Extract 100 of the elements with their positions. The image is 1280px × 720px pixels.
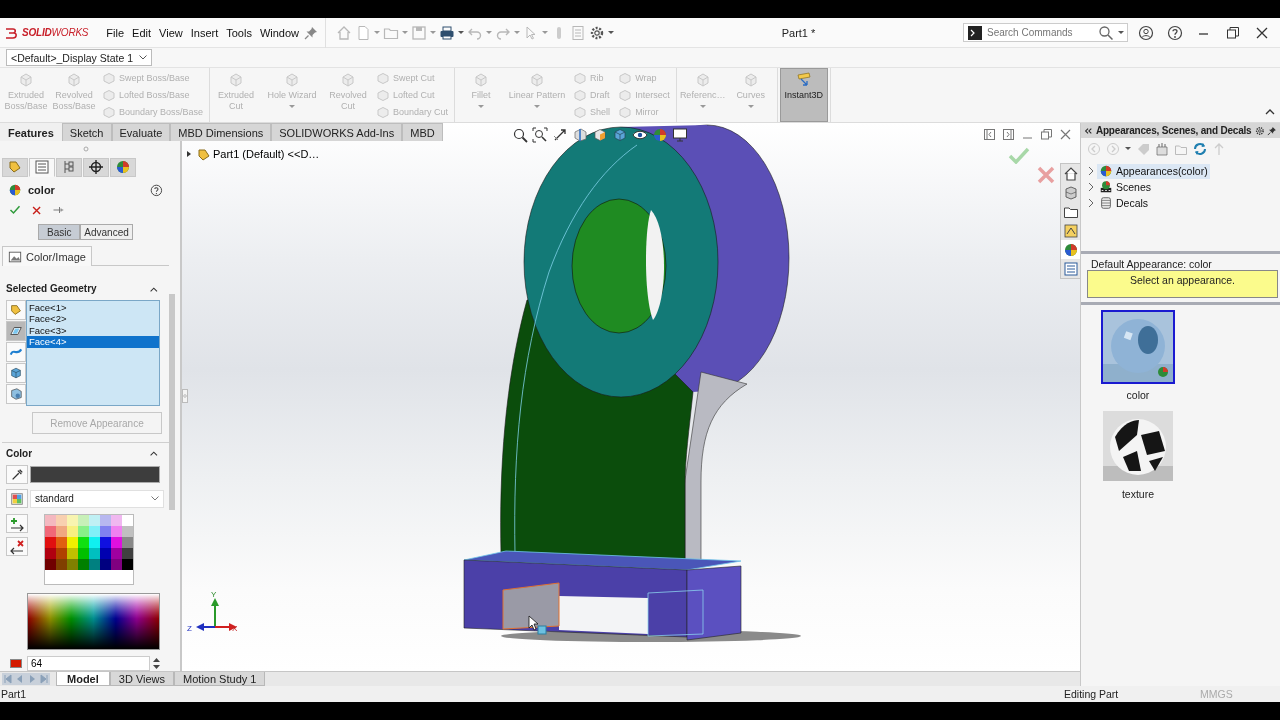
tab[interactable]: Evaluate [111,123,171,141]
tree-item[interactable]: Scenes [1097,179,1154,195]
appearance-swatch[interactable] [1101,310,1175,384]
palette-dropdown[interactable]: standard [30,489,164,508]
tree-item[interactable]: Appearances(color) [1097,163,1210,179]
search-field[interactable]: Search Commands [963,23,1128,42]
tab[interactable]: 3D Views [109,672,175,686]
axis-label: Z [187,624,192,633]
check-icon[interactable] [1008,146,1030,164]
list-item[interactable]: Face<4> [27,336,159,348]
appearance-swatch[interactable] [1101,409,1175,483]
filter-button[interactable] [6,383,26,404]
property-tab[interactable] [29,157,55,177]
panel-handle-icon[interactable] [182,389,188,403]
sphere-icon [8,183,22,198]
settings-icon[interactable] [589,24,606,41]
selection-list[interactable]: Face<1> Face<2> Face<3> Face<4> [26,299,160,406]
refresh-icon[interactable] [1193,141,1207,156]
spinner-icon[interactable] [152,657,161,670]
tree-item[interactable]: Part1 (Default) <<D… [196,147,320,161]
filter-button[interactable] [6,362,26,383]
tab[interactable]: Sketch [61,123,112,141]
sphere-icon [1099,164,1113,178]
value-field[interactable]: 64 [27,656,150,671]
list-item[interactable]: Face<2> [27,313,159,325]
monitor-icon[interactable] [672,127,688,143]
section-view-icon[interactable] [572,127,588,143]
menu-item[interactable]: Insert [186,26,223,39]
sphere-tab[interactable] [1061,240,1080,259]
caret-icon[interactable] [1125,147,1131,150]
menu-item[interactable]: View [155,26,187,39]
tab[interactable]: MBD [402,123,443,141]
eyedropper-button[interactable] [6,465,28,485]
feature-tree-tab[interactable] [2,157,28,177]
menu-item[interactable]: File [102,26,129,39]
block-icon [376,71,391,86]
axis-label: X [232,624,238,633]
filter-button[interactable] [6,299,26,320]
list-item[interactable]: Face<1> [27,301,159,314]
add-color-button[interactable] [6,514,28,534]
help-icon[interactable] [150,184,164,197]
tab[interactable]: SOLIDWORKS Add-Ins [271,123,403,141]
caret-icon[interactable] [1118,31,1124,34]
mode-button[interactable]: Basic [38,224,81,241]
panel-left-icon[interactable] [983,128,996,141]
zoom-icon[interactable] [512,127,528,143]
cancel-icon[interactable] [31,204,42,216]
collapse-icon[interactable] [149,449,160,458]
list-tab[interactable] [1061,259,1080,278]
block-icon [102,88,116,102]
printer-icon[interactable] [439,24,456,41]
caret-icon[interactable] [458,31,465,34]
box-icon[interactable] [1155,141,1169,156]
cube-icon [9,365,23,380]
panel-right-icon[interactable] [1002,128,1015,141]
display-tab[interactable] [110,157,136,177]
decal-icon [1099,196,1113,210]
caret-icon [699,105,706,108]
terminal-icon [967,24,983,41]
palette-button[interactable] [6,489,28,509]
list-icon [34,159,50,176]
scrollbar-thumb[interactable] [169,294,176,510]
cube-icon[interactable] [592,127,608,143]
collapse-icon[interactable] [1084,125,1093,136]
filter-button[interactable] [6,320,26,341]
configuration-tab[interactable] [56,157,82,177]
check-icon[interactable] [9,204,21,217]
picture-frame-tab[interactable] [1061,221,1080,240]
command-button[interactable]: Instant3D [779,68,828,122]
menu-item[interactable]: Window [255,26,304,39]
list-item[interactable]: Face<3> [27,324,159,337]
tab[interactable]: Model [56,672,110,686]
user-icon[interactable] [1138,24,1154,41]
block-icon [376,104,391,119]
color-spectrum[interactable] [27,593,160,650]
section-tab[interactable]: Color/Image [2,246,92,267]
search-icon[interactable] [1098,24,1114,41]
arrow-icon[interactable] [552,127,568,143]
menu-item[interactable]: Edit [128,26,156,39]
tree-item[interactable]: Decals [1097,195,1151,211]
search-input[interactable]: Search Commands [987,27,1094,38]
zoom-area-icon[interactable] [532,127,548,143]
block-icon [694,71,711,87]
dimension-tab[interactable] [83,157,109,177]
caret-icon [289,105,296,108]
tab[interactable]: MBD Dimensions [170,123,272,141]
sphere-icon[interactable] [652,127,668,143]
block-icon [573,71,588,86]
filter-button[interactable] [6,341,26,362]
expand-arrow-icon[interactable] [186,150,192,158]
help-icon[interactable] [1167,24,1183,41]
tab[interactable]: Motion Study 1 [174,672,266,686]
remove-color-button[interactable] [6,537,28,557]
display-state-dropdown[interactable]: <Default>_Display State 1 [6,49,152,66]
mode-button[interactable]: Advanced [80,224,133,241]
block-icon [284,71,301,87]
menu-item[interactable]: Tools [222,26,256,39]
settings-icon[interactable] [1254,124,1265,137]
restore-icon[interactable] [1225,24,1241,41]
caret-icon[interactable] [608,31,615,34]
